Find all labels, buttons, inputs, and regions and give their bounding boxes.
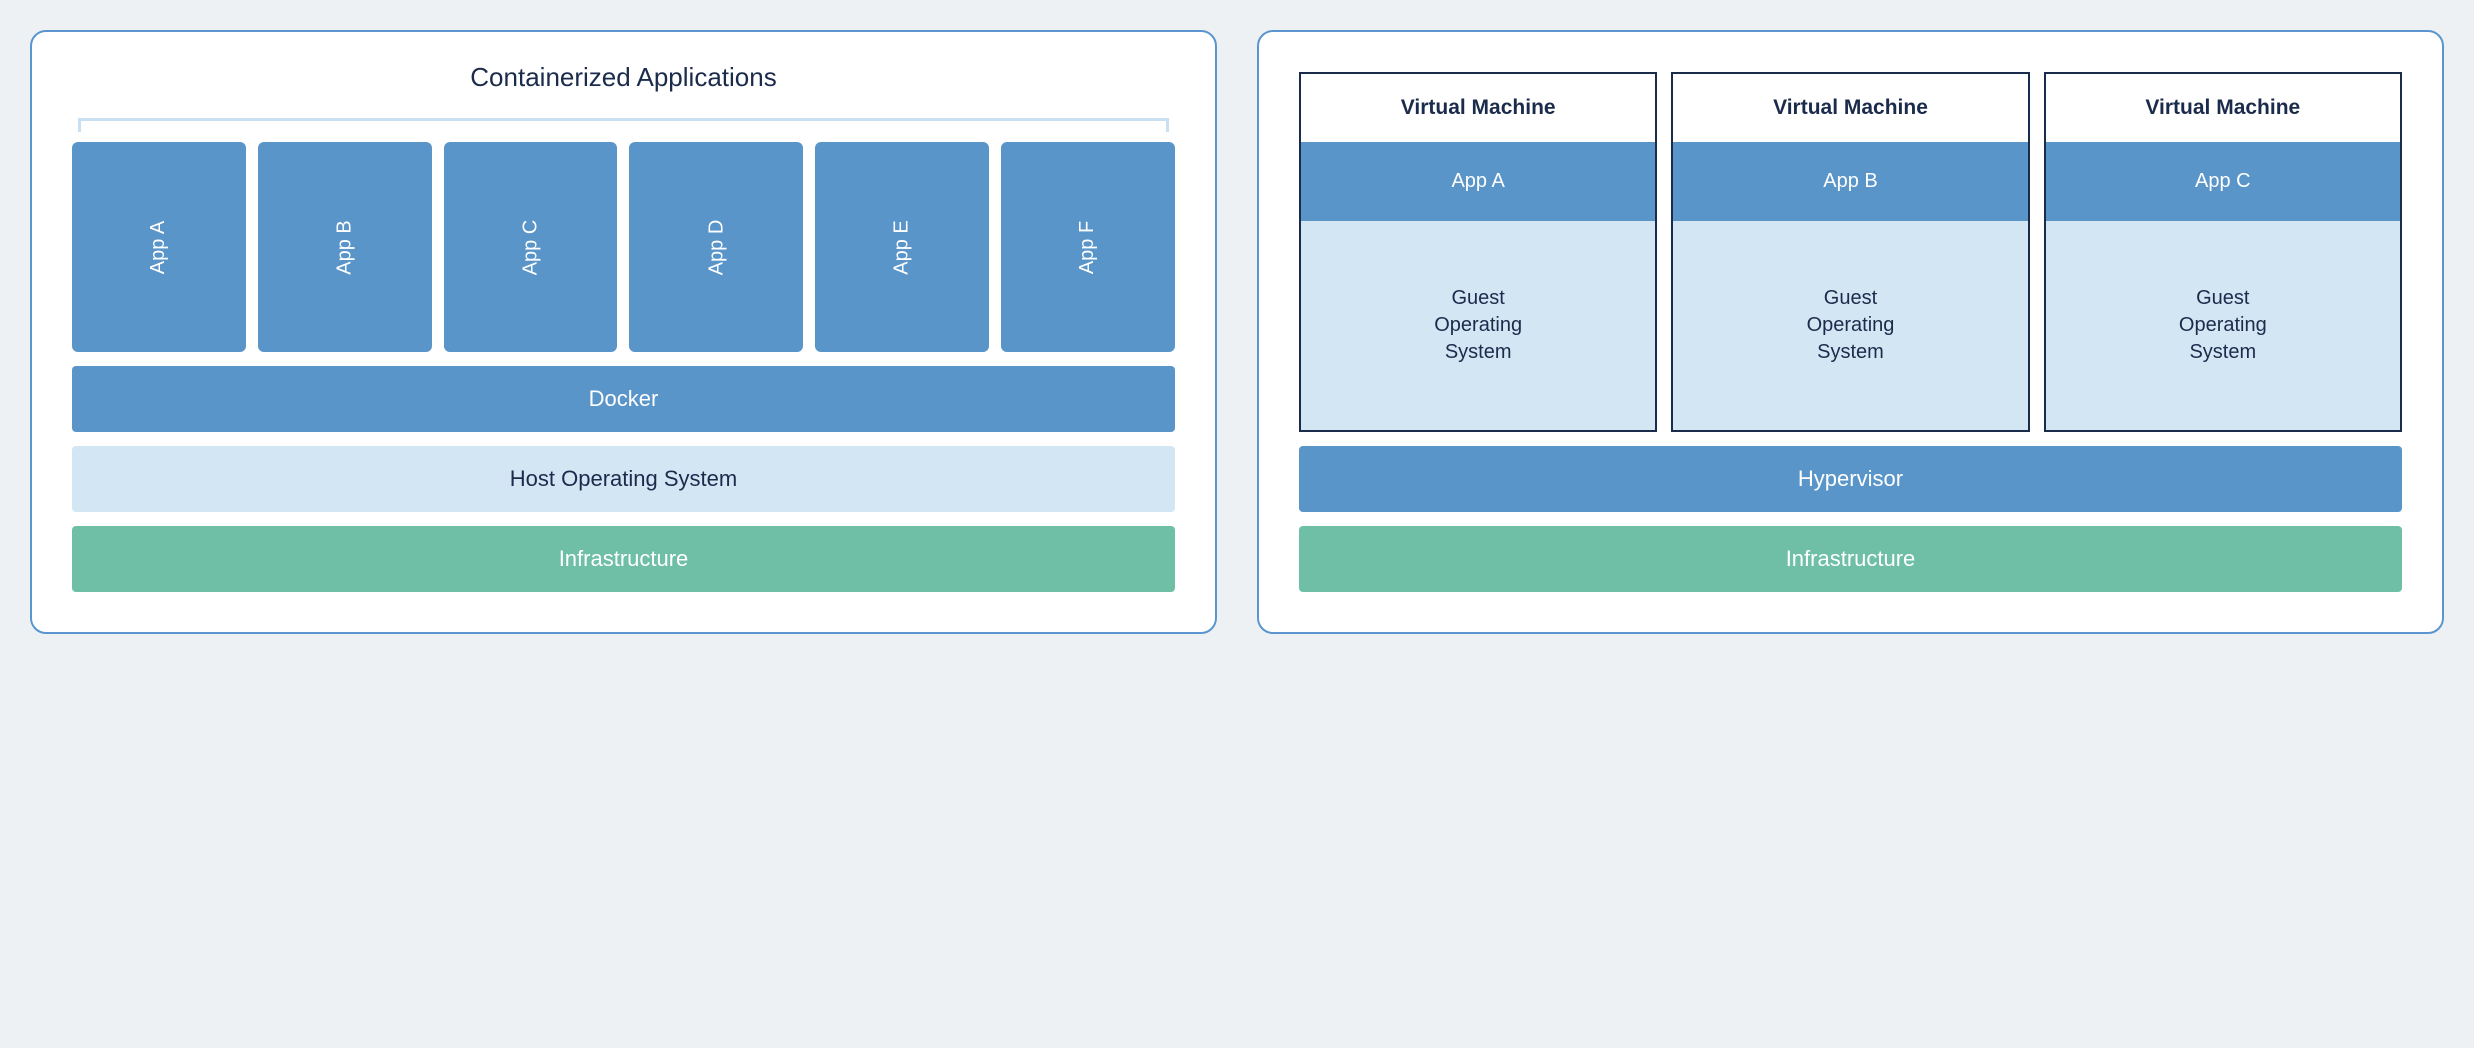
vm-app: App C	[2046, 142, 2400, 221]
virtual-machine: Virtual Machine App A Guest Operating Sy…	[1299, 72, 1657, 432]
container-app: App C	[444, 142, 618, 352]
vm-row: Virtual Machine App A Guest Operating Sy…	[1299, 72, 2402, 432]
container-panel-title: Containerized Applications	[72, 62, 1175, 93]
vm-title: Virtual Machine	[1673, 74, 2027, 142]
container-app: App D	[629, 142, 803, 352]
container-app-label: App F	[1077, 220, 1100, 273]
container-architecture-panel: Containerized Applications App A App B A…	[30, 30, 1217, 634]
container-app-label: App B	[333, 220, 356, 274]
container-app: App F	[1001, 142, 1175, 352]
vm-architecture-panel: Virtual Machine App A Guest Operating Sy…	[1257, 30, 2444, 634]
vm-guest-os-label: Guest Operating System	[1434, 285, 1522, 366]
vm-guest-os-label: Guest Operating System	[1807, 285, 1895, 366]
container-app: App A	[72, 142, 246, 352]
vm-title: Virtual Machine	[2046, 74, 2400, 142]
virtual-machine: Virtual Machine App C Guest Operating Sy…	[2044, 72, 2402, 432]
container-app-label: App D	[705, 219, 728, 275]
infrastructure-layer: Infrastructure	[1299, 526, 2402, 592]
vm-title: Virtual Machine	[1301, 74, 1655, 142]
vm-app: App A	[1301, 142, 1655, 221]
container-app: App E	[815, 142, 989, 352]
docker-layer: Docker	[72, 366, 1175, 432]
vm-app: App B	[1673, 142, 2027, 221]
virtual-machine: Virtual Machine App B Guest Operating Sy…	[1671, 72, 2029, 432]
vm-guest-os: Guest Operating System	[1301, 221, 1655, 430]
container-app-label: App E	[891, 220, 914, 274]
container-app-label: App C	[519, 219, 542, 275]
vm-guest-os-label: Guest Operating System	[2179, 285, 2267, 366]
vm-guest-os: Guest Operating System	[1673, 221, 2027, 430]
hypervisor-layer: Hypervisor	[1299, 446, 2402, 512]
container-app: App B	[258, 142, 432, 352]
vm-guest-os: Guest Operating System	[2046, 221, 2400, 430]
container-apps-row: App A App B App C App D App E App F	[72, 142, 1175, 352]
container-app-label: App A	[147, 220, 170, 273]
apps-bracket	[78, 118, 1169, 132]
host-os-layer: Host Operating System	[72, 446, 1175, 512]
infrastructure-layer: Infrastructure	[72, 526, 1175, 592]
